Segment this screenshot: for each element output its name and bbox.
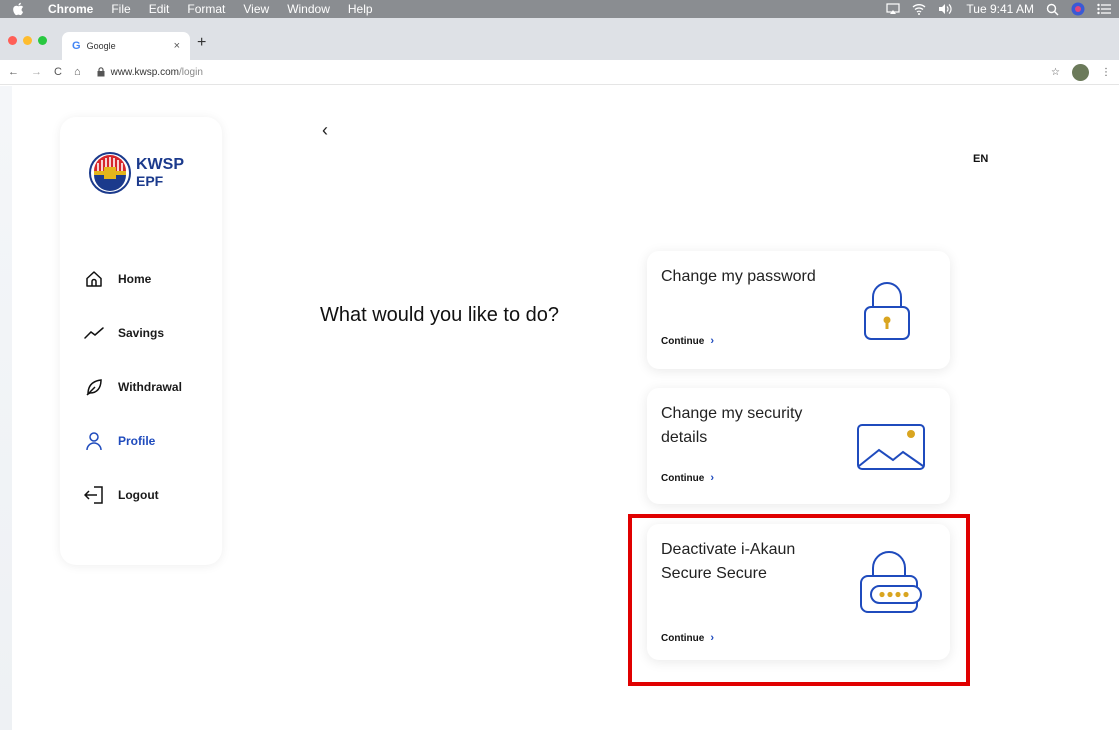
reload-icon[interactable]: C bbox=[54, 66, 62, 78]
sidebar-item-label: Profile bbox=[118, 434, 156, 448]
sidebar: KWSP EPF Home Savings Withdrawal Profile… bbox=[60, 117, 222, 565]
home-icon bbox=[84, 269, 104, 289]
menu-app-name[interactable]: Chrome bbox=[48, 2, 93, 16]
airplay-icon[interactable] bbox=[886, 3, 901, 15]
menu-edit[interactable]: Edit bbox=[149, 2, 170, 16]
sidebar-item-label: Withdrawal bbox=[118, 380, 182, 394]
minimize-window-button[interactable] bbox=[23, 36, 32, 45]
url-field[interactable]: www.kwsp.com/login bbox=[111, 67, 203, 78]
menu-window[interactable]: Window bbox=[287, 2, 330, 16]
sidebar-item-savings[interactable]: Savings bbox=[84, 323, 164, 343]
bookmark-star-icon[interactable]: ☆ bbox=[1051, 67, 1060, 78]
logout-icon bbox=[84, 485, 104, 505]
new-tab-button[interactable]: + bbox=[197, 34, 206, 52]
menu-view[interactable]: View bbox=[243, 2, 269, 16]
page-side-strip bbox=[0, 86, 12, 730]
browser-toolbar: ← → C ⌂ www.kwsp.com/login ☆ ⋮ bbox=[0, 60, 1119, 85]
forward-arrow-icon[interactable]: → bbox=[31, 66, 42, 78]
notification-center-icon[interactable] bbox=[1097, 3, 1111, 15]
sidebar-item-withdrawal[interactable]: Withdrawal bbox=[84, 377, 182, 397]
sidebar-item-profile[interactable]: Profile bbox=[84, 431, 155, 451]
page-question: What would you like to do? bbox=[320, 304, 560, 326]
sidebar-item-label: Savings bbox=[118, 326, 165, 340]
url-host: www.kwsp.com bbox=[110, 66, 179, 78]
volume-icon[interactable] bbox=[938, 3, 954, 15]
sidebar-item-label: Home bbox=[118, 272, 152, 286]
mac-menubar: Chrome File Edit Format View Window Help… bbox=[0, 0, 1119, 18]
option-card-security-details[interactable]: Change my security details Continue › bbox=[647, 388, 950, 504]
kwsp-emblem-icon bbox=[89, 152, 131, 194]
option-card-change-password[interactable]: Change my password Continue › bbox=[647, 251, 950, 369]
wifi-icon[interactable] bbox=[912, 3, 926, 15]
apple-icon[interactable] bbox=[12, 2, 28, 16]
tab-close-icon[interactable]: × bbox=[174, 40, 180, 52]
kwsp-logo[interactable]: KWSP EPF bbox=[88, 151, 184, 195]
menu-format[interactable]: Format bbox=[187, 2, 225, 16]
sidebar-item-logout[interactable]: Logout bbox=[84, 485, 159, 505]
continue-link[interactable]: Continue › bbox=[661, 335, 714, 347]
language-switch[interactable]: EN bbox=[973, 153, 988, 165]
back-button[interactable]: ‹ bbox=[322, 120, 328, 141]
image-icon bbox=[855, 422, 927, 477]
sidebar-item-label: Logout bbox=[118, 488, 159, 502]
sidebar-item-home[interactable]: Home bbox=[84, 269, 151, 289]
profile-avatar[interactable] bbox=[1072, 64, 1089, 81]
browser-tab[interactable]: G Google × bbox=[62, 32, 190, 60]
logo-text-kwsp: KWSP bbox=[136, 156, 184, 173]
chevron-right-icon: › bbox=[710, 472, 714, 484]
padlock-icon bbox=[857, 275, 917, 348]
lock-icon[interactable] bbox=[97, 67, 105, 77]
logo-text-epf: EPF bbox=[136, 173, 164, 189]
menu-file[interactable]: File bbox=[111, 2, 130, 16]
home-browser-icon[interactable]: ⌂ bbox=[74, 66, 81, 78]
profile-icon bbox=[84, 431, 104, 451]
trend-icon bbox=[84, 323, 104, 343]
spotlight-search-icon[interactable] bbox=[1046, 3, 1059, 16]
back-arrow-icon[interactable]: ← bbox=[8, 66, 19, 78]
tab-title: Google bbox=[86, 41, 116, 51]
menubar-clock[interactable]: Tue 9:41 AM bbox=[966, 2, 1034, 16]
url-path: /login bbox=[178, 66, 203, 78]
close-window-button[interactable] bbox=[8, 36, 17, 45]
browser-menu-icon[interactable]: ⋮ bbox=[1101, 67, 1111, 78]
window-controls bbox=[8, 36, 47, 45]
continue-label: Continue bbox=[661, 335, 705, 347]
continue-label: Continue bbox=[661, 472, 705, 484]
chevron-right-icon: › bbox=[710, 335, 714, 347]
card-title: Change my password bbox=[661, 268, 816, 285]
menu-help[interactable]: Help bbox=[348, 2, 373, 16]
leaf-icon bbox=[84, 377, 104, 397]
continue-link[interactable]: Continue › bbox=[661, 472, 714, 484]
zoom-window-button[interactable] bbox=[38, 36, 47, 45]
google-favicon: G bbox=[72, 40, 81, 52]
browser-tab-strip: G Google × + bbox=[0, 18, 1119, 60]
siri-icon[interactable] bbox=[1071, 2, 1085, 16]
highlight-box bbox=[628, 514, 970, 686]
card-title: Change my security details bbox=[661, 405, 803, 446]
